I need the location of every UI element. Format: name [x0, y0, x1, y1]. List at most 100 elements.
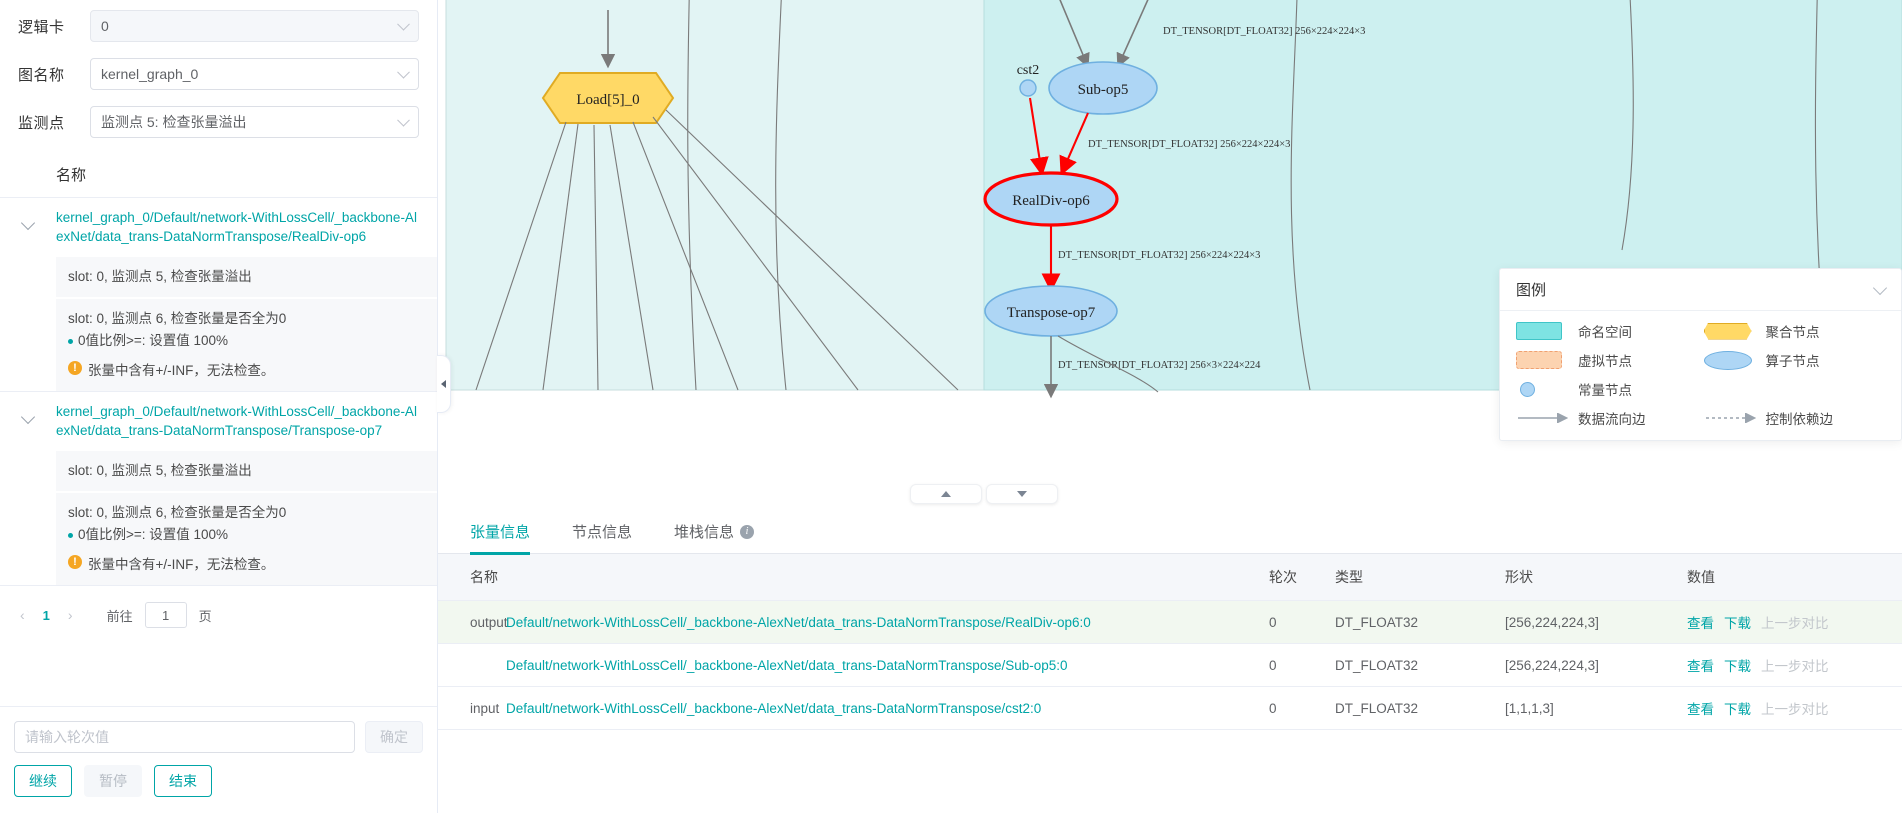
continue-button[interactable]: 继续 — [14, 765, 72, 797]
next-page-button[interactable]: › — [62, 607, 79, 623]
tab-stack-info-label: 堆栈信息 — [674, 524, 735, 541]
watchpoint-hit-item[interactable]: slot: 0, 监测点 6, 检查张量是否全为0 0值比例>=: 设置值 10… — [56, 297, 437, 391]
legend-item-const: 常量节点 — [1516, 379, 1698, 399]
tree-node-children: slot: 0, 监测点 5, 检查张量溢出 slot: 0, 监测点 6, 检… — [0, 256, 437, 391]
cell-type: DT_FLOAT32 — [1335, 643, 1505, 687]
goto-label: 前往 — [106, 608, 133, 624]
graph-legend: 图例 命名空间 聚合节点 虚拟节点 算子节点 常量节点 数据流向边 控制依赖边 — [1499, 268, 1902, 441]
watchpoint-hit-item[interactable]: slot: 0, 监测点 6, 检查张量是否全为0 0值比例>=: 设置值 10… — [56, 491, 437, 585]
tab-tensor-info[interactable]: 张量信息 — [470, 510, 531, 555]
cell-step: 0 — [1269, 686, 1335, 730]
view-link[interactable]: 查看 — [1687, 655, 1714, 675]
confirm-button[interactable]: 确定 — [365, 721, 423, 753]
round-value-input[interactable] — [14, 721, 355, 753]
tree-node-title[interactable]: kernel_graph_0/Default/network-WithLossC… — [56, 402, 423, 440]
watchpoint-value: 监测点 5: 检查张量溢出 — [101, 114, 247, 130]
form-row-watchpoint: 监测点 监测点 5: 检查张量溢出 — [18, 106, 419, 138]
stop-button[interactable]: 结束 — [154, 765, 212, 797]
pagination: ‹ 1 › 前往 页 — [0, 586, 437, 644]
watchpoint-label: 监测点 — [18, 114, 65, 132]
legend-label-aggregate: 聚合节点 — [1765, 325, 1820, 340]
cell-tensor-name[interactable]: Default/network-WithLossCell/_backbone-A… — [506, 701, 1041, 716]
tab-stack-info[interactable]: 堆栈信息 i — [674, 510, 755, 554]
goto-page-input[interactable] — [144, 602, 187, 628]
hit-condition: 0值比例>=: 设置值 100% — [68, 525, 423, 545]
tree-node: kernel_graph_0/Default/network-WithLossC… — [0, 392, 437, 586]
edge-label-transpose-out: DT_TENSOR[DT_FLOAT32] 256×3×224×224 — [1058, 360, 1261, 371]
cell-tensor-name[interactable]: Default/network-WithLossCell/_backbone-A… — [506, 615, 1091, 630]
download-link[interactable]: 下载 — [1724, 612, 1751, 632]
compare-link: 上一步对比 — [1761, 616, 1829, 631]
cell-type: DT_FLOAT32 — [1335, 686, 1505, 730]
chevron-down-icon — [20, 215, 36, 231]
graph-node-realdiv-op6[interactable]: RealDiv-op6 — [983, 171, 1119, 227]
legend-header[interactable]: 图例 — [1500, 269, 1901, 311]
sidebar-collapse-handle[interactable] — [437, 355, 451, 413]
graph-name-select[interactable]: kernel_graph_0 — [90, 58, 419, 90]
expand-toggle[interactable] — [0, 208, 56, 231]
download-link[interactable]: 下载 — [1724, 698, 1751, 718]
tab-node-info[interactable]: 节点信息 — [572, 510, 632, 554]
watchpoint-hit-item[interactable]: slot: 0, 监测点 5, 检查张量溢出 — [56, 256, 437, 297]
tree-column-header: 名称 — [0, 154, 437, 198]
round-control-row: 确定 — [14, 721, 423, 753]
table-row[interactable]: input Default/network-WithLossCell/_back… — [438, 686, 1902, 730]
tab-tensor-info-label: 张量信息 — [470, 524, 531, 541]
tree-node: kernel_graph_0/Default/network-WithLossC… — [0, 198, 437, 392]
legend-label-control: 控制依赖边 — [1765, 412, 1834, 427]
legend-item-namespace: 命名空间 — [1516, 321, 1698, 341]
bullet-icon — [68, 338, 73, 344]
graph-node-load[interactable]: Load[5]_0 — [541, 72, 675, 124]
graph-canvas[interactable]: Load[5]_0 DT_TENSOR[DT_FLOAT32] 256×224×… — [438, 0, 1902, 510]
logic-card-label: 逻辑卡 — [18, 18, 65, 36]
page-number-1[interactable]: 1 — [37, 608, 56, 623]
graph-node-sub-op5[interactable]: Sub-op5 — [1048, 61, 1158, 115]
legend-label-const: 常量节点 — [1578, 383, 1632, 398]
table-header-row: 名称 轮次 类型 形状 数值 — [438, 554, 1902, 601]
download-link[interactable]: 下载 — [1724, 655, 1751, 675]
graph-node-transpose-op7[interactable]: Transpose-op7 — [984, 285, 1118, 337]
graph-node-load-label: Load[5]_0 — [576, 92, 639, 108]
operator-node-icon — [1703, 350, 1766, 370]
legend-title: 图例 — [1516, 282, 1547, 299]
tree-node-title[interactable]: kernel_graph_0/Default/network-WithLossC… — [56, 208, 423, 246]
hit-condition: 0值比例>=: 设置值 100% — [68, 331, 423, 351]
chevron-down-icon[interactable] — [1872, 280, 1888, 295]
th-name — [506, 554, 1269, 601]
logic-card-value: 0 — [101, 18, 109, 34]
graph-zoom-controls — [910, 484, 1058, 504]
watchpoint-select[interactable]: 监测点 5: 检查张量溢出 — [90, 106, 419, 138]
zoom-in-button[interactable] — [910, 484, 982, 504]
zoom-out-button[interactable] — [986, 484, 1058, 504]
expand-toggle[interactable] — [0, 402, 56, 425]
tree-node-header[interactable]: kernel_graph_0/Default/network-WithLossC… — [0, 198, 437, 256]
view-link[interactable]: 查看 — [1687, 698, 1714, 718]
table-row[interactable]: Default/network-WithLossCell/_backbone-A… — [438, 643, 1902, 687]
tab-node-info-label: 节点信息 — [572, 524, 633, 541]
hit-condition-text: 0值比例>=: 设置值 100% — [78, 527, 229, 542]
tree-node-children: slot: 0, 监测点 5, 检查张量溢出 slot: 0, 监测点 6, 检… — [0, 450, 437, 585]
th-value: 数值 — [1687, 554, 1902, 601]
info-icon[interactable]: i — [740, 524, 755, 539]
table-row[interactable]: output Default/network-WithLossCell/_bac… — [438, 600, 1902, 644]
edge-label-sub-to-realdiv: DT_TENSOR[DT_FLOAT32] 256×224×224×3 — [1088, 139, 1290, 150]
hit-warning: ! 张量中含有+/-INF，无法检查。 — [68, 555, 423, 575]
execution-buttons: 继续 暂停 结束 — [14, 765, 423, 797]
watchpoint-hit-item[interactable]: slot: 0, 监测点 5, 检查张量溢出 — [56, 450, 437, 491]
const-node-icon — [1516, 381, 1578, 397]
legend-body: 命名空间 聚合节点 虚拟节点 算子节点 常量节点 数据流向边 控制依赖边 — [1500, 311, 1901, 440]
warning-icon: ! — [68, 555, 82, 569]
pause-button[interactable]: 暂停 — [84, 765, 142, 797]
legend-item-aggregate: 聚合节点 — [1703, 321, 1886, 341]
view-link[interactable]: 查看 — [1687, 612, 1714, 632]
legend-label-dataflow: 数据流向边 — [1578, 412, 1646, 427]
triangle-up-icon — [941, 491, 951, 497]
logic-card-select[interactable]: 0 — [90, 10, 419, 42]
app-root: 逻辑卡 0 图名称 kernel_graph_0 监测点 监测点 5: 检查张量… — [0, 0, 1902, 813]
hit-warning-text: 张量中含有+/-INF，无法检查。 — [88, 557, 275, 572]
hit-text: slot: 0, 监测点 5, 检查张量溢出 — [68, 269, 252, 284]
cell-tensor-name[interactable]: Default/network-WithLossCell/_backbone-A… — [506, 658, 1068, 673]
prev-page-button[interactable]: ‹ — [14, 607, 31, 623]
tree-node-header[interactable]: kernel_graph_0/Default/network-WithLossC… — [0, 392, 437, 450]
cell-kind — [438, 643, 506, 687]
